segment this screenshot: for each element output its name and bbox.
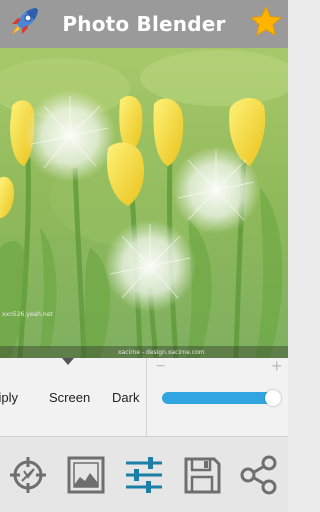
crosshair-icon[interactable]: [8, 455, 48, 495]
page-title: Photo Blender: [62, 12, 226, 36]
sliders-icon[interactable]: [124, 455, 164, 495]
watermark-left: xxn526.yeah.net: [2, 311, 53, 318]
blend-mode-darken[interactable]: Dark: [112, 390, 139, 405]
blend-mode-screen[interactable]: Screen: [49, 390, 90, 405]
bottom-toolbar: [0, 436, 288, 512]
blended-photo[interactable]: xxn526.yeah.net xacirne - design.xacirne…: [0, 48, 288, 358]
share-icon[interactable]: [238, 455, 278, 495]
opacity-slider-track[interactable]: [162, 392, 280, 404]
star-icon[interactable]: [248, 4, 284, 40]
save-icon[interactable]: [182, 455, 222, 495]
blend-mode-multiply[interactable]: ltiply: [0, 390, 18, 405]
watermark-right: xacirne - design.xacirne.com: [118, 349, 205, 356]
rocket-icon: [6, 4, 42, 40]
blend-mode-carousel[interactable]: ltiply Screen Dark: [0, 358, 146, 436]
opacity-decrease-button[interactable]: −: [156, 358, 165, 376]
controls-divider: [146, 358, 147, 436]
opacity-increase-button[interactable]: +: [271, 356, 282, 377]
opacity-slider[interactable]: [162, 390, 284, 406]
image-icon[interactable]: [66, 455, 106, 495]
opacity-slider-thumb[interactable]: [265, 390, 281, 406]
app-window: Photo Blender xxn526.yeah.net xacirne - …: [0, 0, 288, 512]
app-header: Photo Blender: [0, 0, 288, 48]
